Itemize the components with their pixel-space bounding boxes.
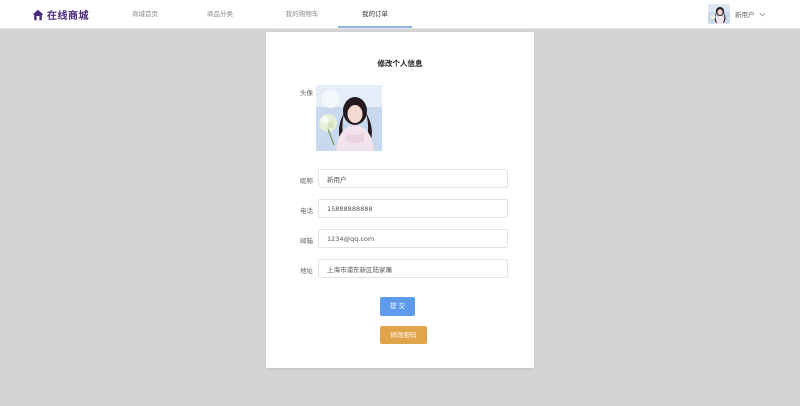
submit-button[interactable]: 提 交 (380, 297, 415, 316)
avatar-upload[interactable] (316, 85, 382, 151)
address-field[interactable] (318, 259, 508, 278)
email-field[interactable] (318, 229, 508, 248)
nickname-field[interactable] (318, 169, 508, 188)
page-title: 修改个人信息 (377, 59, 423, 68)
home-icon (32, 9, 44, 20)
user-avatar[interactable] (708, 4, 730, 24)
profile-edit-card: 修改个人信息 头像 昵称 电话 邮箱 地址 提 交 修改密码 (266, 32, 534, 368)
nav-home[interactable]: 商城首页 (110, 0, 180, 29)
nav-orders[interactable]: 我的订单 (338, 0, 412, 29)
change-password-button[interactable]: 修改密码 (380, 326, 427, 344)
user-menu[interactable]: 新用户 (708, 4, 766, 24)
nav-categories[interactable]: 商品分类 (184, 0, 256, 29)
top-navbar: 在线商城 商城首页 商品分类 我的购物车 我的订单 新用户 (0, 0, 800, 29)
phone-field[interactable] (318, 199, 508, 218)
user-name[interactable]: 新用户 (735, 9, 755, 19)
nav-active-indicator (338, 26, 412, 28)
site-name: 在线商城 (47, 11, 89, 22)
nav-cart[interactable]: 我的购物车 (264, 0, 340, 29)
site-logo[interactable]: 在线商城 (32, 7, 89, 22)
chevron-down-icon[interactable] (759, 11, 766, 18)
